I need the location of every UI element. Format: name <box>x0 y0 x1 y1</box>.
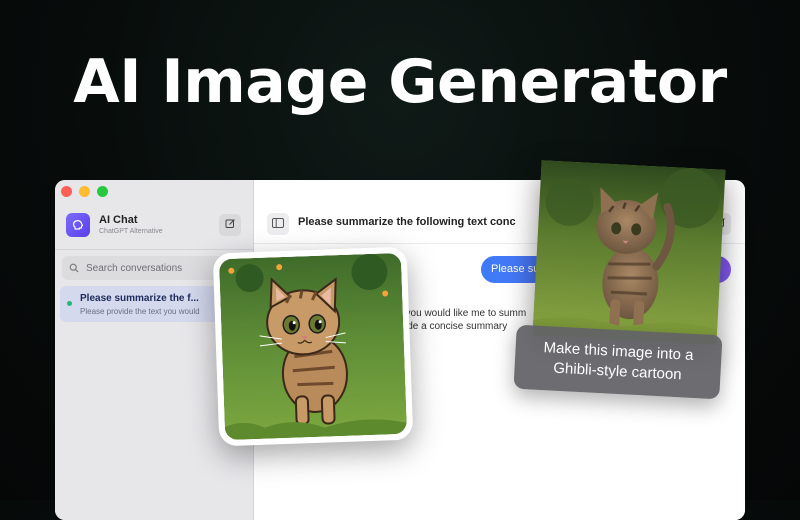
conversation-preview: Please provide the text you would <box>80 307 200 316</box>
brain-icon <box>66 213 90 237</box>
hero-title: AI Image Generator <box>73 47 727 117</box>
chat-title: Please summarize the following text conc <box>298 216 516 228</box>
sidebar-toggle-button[interactable] <box>267 213 289 235</box>
original-kitten-photo <box>532 160 726 345</box>
new-chat-button[interactable] <box>219 214 241 236</box>
active-dot <box>67 301 72 306</box>
sidebar-toggle-icon <box>272 215 284 233</box>
sidebar-divider <box>55 249 253 250</box>
assistant-message-line: vide a concise summary <box>400 321 508 332</box>
compose-icon <box>225 216 236 234</box>
app-name: AI Chat <box>99 214 138 226</box>
conversation-title: Please summarize the f... <box>80 293 199 304</box>
close-window-button[interactable] <box>61 186 72 197</box>
assistant-message-line: t you would like me to summ <box>400 308 527 319</box>
cartoon-image-card <box>212 246 414 447</box>
app-subtitle: ChatGPT Alternative <box>99 228 163 235</box>
search-input[interactable] <box>86 262 226 274</box>
minimize-window-button[interactable] <box>79 186 90 197</box>
search-icon <box>62 263 86 273</box>
prompt-caption: Make this image into a Ghibli-style cart… <box>513 324 723 400</box>
cartoon-kitten-image <box>218 252 408 441</box>
maximize-window-button[interactable] <box>97 186 108 197</box>
